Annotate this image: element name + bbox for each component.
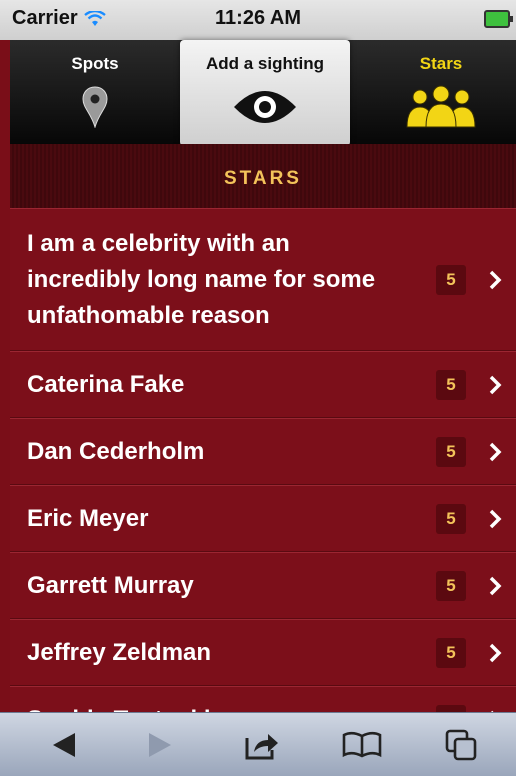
tab-add-sighting[interactable]: Add a sighting (180, 40, 350, 146)
eye-icon (234, 91, 296, 123)
count-badge: 5 (436, 369, 466, 400)
list-item[interactable]: Eric Meyer 5 (10, 485, 516, 552)
star-name: Garrett Murray (27, 571, 194, 599)
count-badge: 5 (436, 503, 466, 534)
list-item[interactable]: Caterina Fake 5 (10, 351, 516, 418)
status-bar: Carrier 11:26 AM (0, 0, 516, 40)
count-badge: 5 (436, 436, 466, 467)
chevron-right-icon (489, 509, 502, 528)
stars-list: I am a celebrity with an incredibly long… (10, 208, 516, 753)
chevron-right-icon (489, 270, 502, 289)
star-name: I am a celebrity with an incredibly long… (27, 229, 376, 329)
list-item[interactable]: I am a celebrity with an incredibly long… (10, 208, 516, 351)
list-item[interactable]: Dan Cederholm 5 (10, 418, 516, 485)
list-item[interactable]: Garrett Murray 5 (10, 552, 516, 619)
tabs-icon (445, 729, 477, 761)
back-icon (53, 733, 75, 757)
forward-icon (149, 733, 171, 757)
chevron-right-icon (489, 375, 502, 394)
chevron-right-icon (489, 643, 502, 662)
count-badge: 5 (436, 264, 466, 295)
chevron-right-icon (489, 442, 502, 461)
map-pin-icon (82, 86, 108, 128)
tabs-button[interactable] (440, 727, 484, 763)
count-badge: 5 (436, 637, 466, 668)
star-name: Dan Cederholm (27, 437, 205, 465)
share-button[interactable] (240, 727, 284, 763)
tab-stars[interactable]: Stars (366, 40, 516, 140)
tab-bar: Spots Add a sighting Stars (10, 40, 516, 146)
list-item[interactable]: Jeffrey Zeldman 5 (10, 619, 516, 686)
browser-toolbar (0, 712, 516, 776)
back-button[interactable] (42, 727, 86, 763)
bookmarks-icon (342, 731, 382, 758)
battery-icon (484, 10, 513, 28)
people-icon (406, 85, 476, 128)
forward-button[interactable] (138, 727, 182, 763)
status-time: 11:26 AM (215, 7, 301, 29)
phone-screen: Carrier 11:26 AM Spots Add a sighting St… (0, 0, 516, 776)
tab-spots-label: Spots (71, 54, 119, 73)
chevron-right-icon (489, 576, 502, 595)
tab-spots[interactable]: Spots (10, 40, 180, 140)
tab-add-sighting-label: Add a sighting (205, 54, 325, 73)
star-name: Eric Meyer (27, 504, 149, 532)
count-badge: 5 (436, 570, 466, 601)
tab-stars-label: Stars (419, 54, 463, 73)
star-name: Caterina Fake (27, 370, 185, 398)
section-header: STARS (10, 144, 516, 208)
star-name: Jeffrey Zeldman (27, 638, 212, 666)
bookmarks-button[interactable] (340, 727, 384, 763)
share-icon (245, 734, 278, 760)
